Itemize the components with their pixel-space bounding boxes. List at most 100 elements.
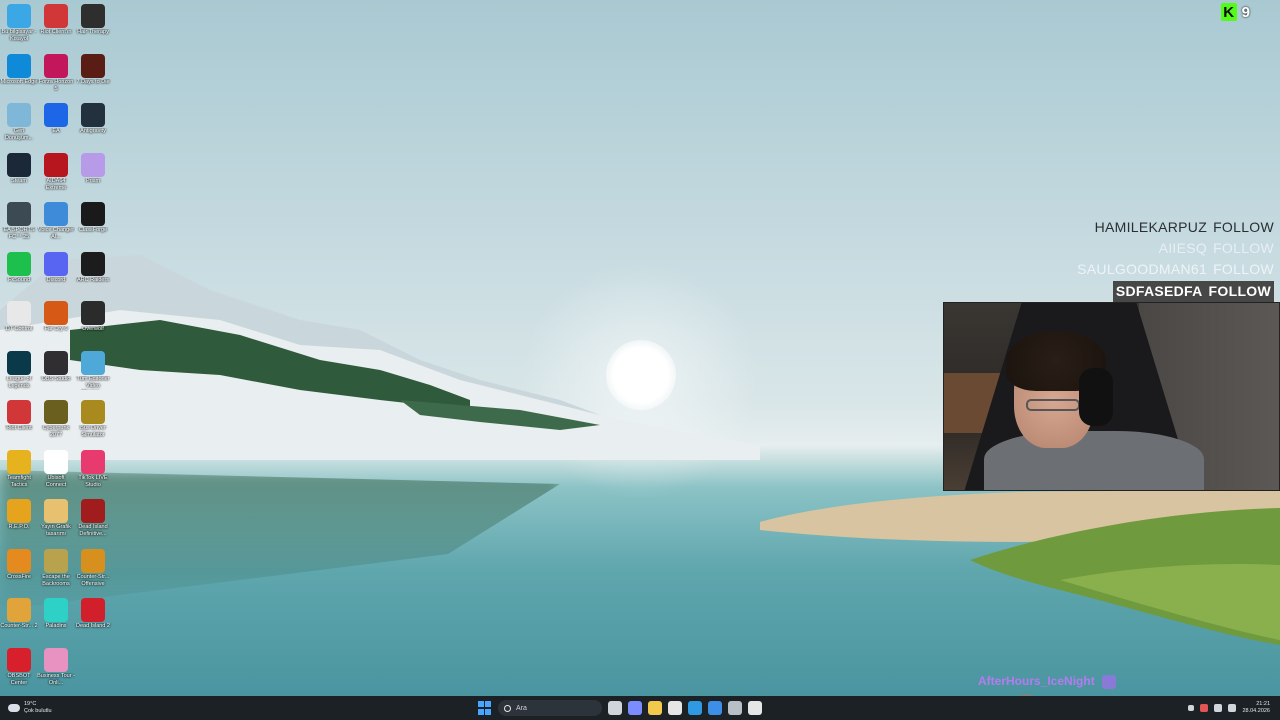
- chat-overlay: AfterHours_IceNight favina: [978, 674, 1117, 696]
- desktop-icon[interactable]: Yayın Grafik tasarımı: [37, 499, 75, 538]
- desktop-icon[interactable]: ClassForge: [74, 202, 112, 234]
- desktop-icon-label: TikTok LIVE Studio: [78, 474, 108, 488]
- arc-raiders-icon: [81, 251, 105, 276]
- clock-time: 21:21: [1256, 701, 1270, 707]
- desktop-icon-label: Yayın Grafik tasarımı: [41, 524, 71, 537]
- viewer-count: 9: [1241, 3, 1250, 21]
- desktop-icon[interactable]: AIDA64 Extreme: [37, 152, 75, 192]
- desktop-icon[interactable]: CrossFire: [0, 548, 38, 581]
- kick-logo-icon: K: [1220, 3, 1237, 21]
- desktop-icon[interactable]: Far Cry 6: [37, 301, 75, 333]
- desktop-icon[interactable]: EA: [37, 103, 75, 135]
- voice-changer-icon: [44, 202, 68, 226]
- desktop-icon[interactable]: R.E.P.O.: [0, 499, 38, 531]
- desktop-icon[interactable]: Geri Dönüşüm...: [0, 103, 38, 142]
- desktop-icon[interactable]: Escape the Backrooms: [37, 548, 75, 588]
- desktop-icon[interactable]: Bus Driver Simulator: [74, 400, 112, 439]
- ms-store-icon[interactable]: [668, 701, 682, 715]
- follow-label: FOLLOW: [1213, 219, 1274, 235]
- desktop-icon[interactable]: Prism: [74, 152, 112, 185]
- desktop-icon[interactable]: Counter-Str... 2: [0, 598, 38, 630]
- follow-alert: SAULGOODMAN61 FOLLOW: [1077, 260, 1274, 281]
- desktop-icon[interactable]: Paladins: [37, 598, 75, 630]
- dt-control-icon: [7, 301, 31, 325]
- desktop-icon[interactable]: OBS Studio: [37, 350, 75, 383]
- seven-days-icon: [81, 53, 105, 78]
- league-icon: [7, 350, 31, 375]
- desktop-icon[interactable]: Bu bilgisayar - Kısayol: [0, 4, 38, 43]
- obs-icon[interactable]: [748, 701, 762, 715]
- desktop-icon[interactable]: OBSBOT Center: [0, 647, 38, 687]
- desktop-icon[interactable]: Forza Horizon 5: [37, 53, 75, 93]
- desktop-icon[interactable]: Steam: [0, 152, 38, 185]
- snowy-mountain: [0, 255, 760, 460]
- recycle-bin-icon: [7, 103, 31, 127]
- desktop-icon[interactable]: Ubisoft Connect: [37, 449, 75, 489]
- clock[interactable]: 21:21 28.04.2026: [1242, 701, 1270, 715]
- follower-name: SDFASEDFA: [1115, 283, 1203, 299]
- search-box[interactable]: Ara: [498, 700, 602, 716]
- clock-date: 28.04.2026: [1242, 708, 1270, 714]
- desktop-icon[interactable]: Antigravity: [74, 103, 112, 135]
- speaker-icon[interactable]: [1228, 704, 1237, 712]
- chevron-up-icon[interactable]: [1188, 705, 1195, 711]
- desktop-icon[interactable]: Overwolf: [74, 301, 112, 333]
- dead-island-2-icon: [81, 598, 105, 622]
- follow-label: FOLLOW: [1208, 283, 1271, 299]
- mail-icon[interactable]: [708, 701, 722, 715]
- desktop-icon[interactable]: League of Legends: [0, 350, 38, 390]
- system-tray: 21:21 28.04.2026: [1188, 696, 1270, 720]
- desktop-icon[interactable]: Voice Changer AI...: [37, 202, 75, 241]
- weather-widget[interactable]: 19°C Çok bulutlu: [8, 696, 52, 720]
- desktop-icon[interactable]: TikTok LIVE Studio: [74, 449, 112, 489]
- follow-label: FOLLOW: [1213, 240, 1274, 256]
- desktop-icon[interactable]: Discord: [37, 251, 75, 284]
- desktop-icon-label: Voice Changer AI...: [37, 227, 75, 240]
- desktop-icon[interactable]: Dead Island 2: [74, 598, 112, 630]
- desktop-icon-label: Bu bilgisayar - Kısayol: [1, 29, 37, 42]
- cs2-icon: [7, 598, 31, 622]
- desktop-icon[interactable]: Tüm Editörler Video Montajı...: [74, 350, 112, 390]
- cloud-icon: [8, 704, 20, 712]
- desktop-icon-label: Discord: [46, 276, 66, 283]
- desktop-icon-label: FxSound: [7, 276, 30, 283]
- start-button[interactable]: [476, 700, 492, 716]
- desktop-icon[interactable]: Cyberpunk 2077: [37, 400, 75, 439]
- desktop-icon-label: AIDA64 Extreme: [45, 177, 67, 191]
- edge-icon[interactable]: [688, 701, 702, 715]
- desktop-icon-label: Escape the Backrooms: [42, 573, 70, 587]
- desktop-icon[interactable]: EA SPORTS FC™ 25: [0, 202, 38, 241]
- desktop-icon[interactable]: Teamfight Tactics: [0, 449, 38, 489]
- chat-message: AfterHours_IceNight: [978, 674, 1117, 689]
- desktop-icon[interactable]: FxSound: [0, 251, 38, 284]
- desktop-icon-label: OBSBOT Center: [7, 672, 31, 686]
- desktop-icon[interactable]: Dead Island Definitive...: [74, 499, 112, 538]
- desktop-icon[interactable]: Riot Client'ın: [37, 4, 75, 36]
- desktop-icon[interactable]: Riot Client: [0, 400, 38, 432]
- desktop-icon[interactable]: Business Tour - Onli...: [37, 647, 75, 687]
- desktop-icon-label: Counter-Str... 2: [0, 623, 38, 629]
- dead-island-icon: [81, 499, 105, 523]
- desktop-icon[interactable]: Counter-Str... Offensive: [74, 548, 112, 588]
- settings-icon[interactable]: [728, 701, 742, 715]
- desktop-icon-label: Antigravity: [80, 128, 106, 134]
- steam-icon: [7, 152, 31, 177]
- follow-alert: HAMILEKARPUZ FOLLOW: [1077, 218, 1274, 239]
- network-icon[interactable]: [1214, 704, 1223, 712]
- task-view-icon[interactable]: [608, 701, 622, 715]
- search-placeholder: Ara: [516, 704, 527, 712]
- desktop-icon[interactable]: 7 Days to Die: [74, 53, 112, 86]
- far-cry-icon: [44, 301, 68, 325]
- desktop-icon[interactable]: DT Control: [0, 301, 38, 333]
- desktop-icon[interactable]: Microsoft Edge: [0, 53, 38, 86]
- file-explorer-icon[interactable]: [648, 701, 662, 715]
- desktop-icon-label: Far Cry 6: [44, 326, 68, 332]
- copilot-icon[interactable]: [628, 701, 642, 715]
- desktop-icon-label: Riot Client: [6, 425, 32, 431]
- microphone-icon[interactable]: [1200, 704, 1209, 712]
- desktop-icon-label: Business Tour - Onli...: [37, 672, 75, 686]
- taskbar-center: Ara: [476, 696, 762, 720]
- desktop-icon[interactable]: ARC Raiders: [74, 251, 112, 284]
- desktop-icon[interactable]: Hair Therapy: [74, 4, 112, 36]
- follow-alert: AIIESQ FOLLOW: [1077, 239, 1274, 260]
